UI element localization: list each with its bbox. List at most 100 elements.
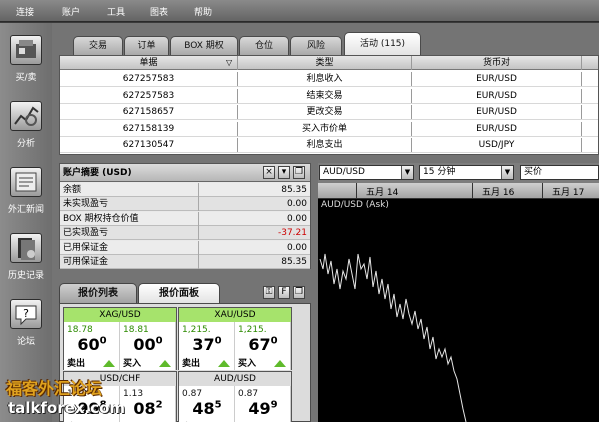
- account-row-value: 85.35: [198, 183, 310, 197]
- price-card: AUD/USD0.87485卖出0.87499买入: [178, 371, 292, 422]
- price-type-select[interactable]: 买价: [520, 165, 599, 180]
- menu-dropdown-button[interactable]: ▾: [278, 166, 290, 179]
- sidebar-item-trade[interactable]: 买/卖: [0, 35, 52, 99]
- date-tick: [356, 183, 357, 198]
- table-row[interactable]: 627257583 结束交易 EUR/USD: [60, 88, 598, 104]
- buy-price-pips: 000: [133, 335, 163, 354]
- cell-type: 结束交易: [238, 88, 412, 103]
- account-row-value: 0.00: [198, 211, 310, 226]
- cell-ticket: 627158657: [60, 105, 238, 119]
- buy-button[interactable]: 0.87499买入: [235, 386, 291, 422]
- price-card-symbol: AUD/USD: [179, 372, 291, 386]
- price-line: [319, 253, 467, 422]
- column-header-pair[interactable]: 货币对: [412, 56, 582, 70]
- cell-type: 利息支出: [238, 138, 412, 152]
- table-header: 单据 ▽ 类型 货币对: [60, 56, 598, 70]
- tab-price-panel[interactable]: 报价面板: [138, 283, 220, 303]
- buy-label: 买入: [238, 359, 257, 369]
- menu-account[interactable]: 账户: [62, 5, 80, 18]
- cell-pair: EUR/USD: [412, 88, 582, 103]
- account-row: 已实现盈亏 -37.21: [60, 226, 310, 241]
- account-row: 可用保证金 85.35: [60, 255, 310, 269]
- column-header-ticket[interactable]: 单据: [60, 56, 238, 70]
- sort-icon: ▽: [226, 58, 233, 67]
- watermark-logo: 福客外汇论坛 talkforex.com: [2, 370, 132, 420]
- sidebar: 买/卖 分析 外汇新闻 历史记录 ? 论坛: [0, 23, 52, 422]
- sidebar-item-news[interactable]: 外汇新闻: [0, 167, 52, 231]
- account-row-value: 0.00: [198, 240, 310, 255]
- table-row[interactable]: 627257583 利息收入 EUR/USD: [60, 71, 598, 87]
- sell-price-prefix: 1,215.: [182, 325, 211, 335]
- price-card: XAU/USD 1,215. 370 卖出 1,215. 670 买入: [178, 307, 292, 370]
- buy-price-prefix: 18.81: [123, 325, 149, 335]
- price-panel-tabs: 报价列表 报价面板 ⚿ F ❐: [59, 283, 311, 303]
- font-button[interactable]: F: [278, 286, 290, 299]
- column-header-type[interactable]: 类型: [238, 56, 412, 70]
- table-row[interactable]: 627130547 利息支出 USD/JPY: [60, 137, 598, 153]
- history-icon: [10, 233, 42, 263]
- buy-price-pips: 670: [248, 335, 278, 354]
- detach-button[interactable]: ❐: [293, 286, 305, 299]
- sidebar-item-forum[interactable]: ? 论坛: [0, 299, 52, 363]
- tab-trades[interactable]: 交易: [73, 36, 123, 55]
- price-card-symbol: XAG/USD: [64, 308, 176, 322]
- menu-help[interactable]: 帮助: [194, 5, 212, 18]
- period-select[interactable]: 15 分钟 ▼: [419, 165, 514, 180]
- chevron-down-icon: ▼: [501, 166, 513, 179]
- menu-connect[interactable]: 连接: [16, 5, 34, 18]
- cell-pair: [412, 155, 582, 156]
- forum-icon: ?: [10, 299, 42, 329]
- lock-button[interactable]: ⚿: [263, 286, 275, 299]
- account-row-label: 可用保证金: [63, 257, 109, 267]
- account-row: 余额 85.35: [60, 183, 310, 197]
- detach-button[interactable]: ❐: [293, 166, 305, 179]
- tab-price-list[interactable]: 报价列表: [59, 283, 137, 303]
- up-arrow-icon: [159, 360, 171, 367]
- cell-type: 利息收入: [238, 72, 412, 86]
- table-row[interactable]: 利息支出: [60, 154, 598, 156]
- sell-price-pips: 370: [192, 335, 222, 354]
- tab-risk[interactable]: 风险: [290, 36, 342, 55]
- sell-label: 卖出: [67, 359, 86, 369]
- tab-positions[interactable]: 仓位: [239, 36, 289, 55]
- price-card-symbol: XAU/USD: [179, 308, 291, 322]
- account-row-label: 未实现盈亏: [63, 199, 109, 210]
- buy-button[interactable]: 18.81 000 买入: [120, 322, 176, 370]
- sell-button[interactable]: 0.87485卖出: [179, 386, 235, 422]
- cell-pair: EUR/USD: [412, 105, 582, 119]
- sidebar-item-label: 历史记录: [7, 271, 44, 281]
- pair-select[interactable]: AUD/USD ▼: [319, 165, 414, 180]
- date-tick: [472, 183, 473, 198]
- account-row-value: -37.21: [198, 226, 310, 241]
- analysis-icon: [10, 101, 42, 131]
- tab-orders[interactable]: 订单: [124, 36, 169, 55]
- cell-ticket: 627158139: [60, 121, 238, 136]
- close-button[interactable]: ×: [263, 166, 275, 179]
- account-row-label: 余额: [63, 185, 82, 195]
- menu-bar: 连接 账户 工具 图表 帮助: [0, 0, 599, 22]
- account-row: 未实现盈亏 0.00: [60, 197, 310, 212]
- price-chart[interactable]: AUD/USD (Ask): [318, 199, 599, 422]
- sell-button[interactable]: 1,215. 370 卖出: [179, 322, 235, 370]
- sidebar-item-history[interactable]: 历史记录: [0, 233, 52, 297]
- cell-ticket: 627130547: [60, 138, 238, 152]
- activity-table: 单据 ▽ 类型 货币对 627257583 利息收入 EUR/USD 62725758…: [59, 55, 599, 155]
- watermark-title: 福客外汇论坛: [6, 379, 103, 398]
- table-row[interactable]: 627158657 更改交易 EUR/USD: [60, 104, 598, 120]
- cell-pair: EUR/USD: [412, 72, 582, 86]
- date-tick: [542, 183, 543, 198]
- cell-ticket: 627257583: [60, 88, 238, 103]
- menu-tools[interactable]: 工具: [107, 5, 125, 18]
- sell-price-pips: 600: [77, 335, 107, 354]
- table-row[interactable]: 627158139 买入市价单 EUR/USD: [60, 121, 598, 137]
- sidebar-item-label: 外汇新闻: [7, 205, 44, 215]
- news-icon: [10, 167, 42, 197]
- tab-box-options[interactable]: BOX 期权: [170, 36, 238, 55]
- buy-button[interactable]: 1,215. 670 买入: [235, 322, 291, 370]
- sell-button[interactable]: 18.78 600 卖出: [64, 322, 120, 370]
- tab-activity[interactable]: 活动 (115): [344, 32, 421, 55]
- cell-ticket: 627257583: [60, 72, 238, 86]
- menu-charts[interactable]: 图表: [150, 5, 168, 18]
- sidebar-item-analysis[interactable]: 分析: [0, 101, 52, 165]
- buy-price-prefix: 0.87: [238, 389, 259, 399]
